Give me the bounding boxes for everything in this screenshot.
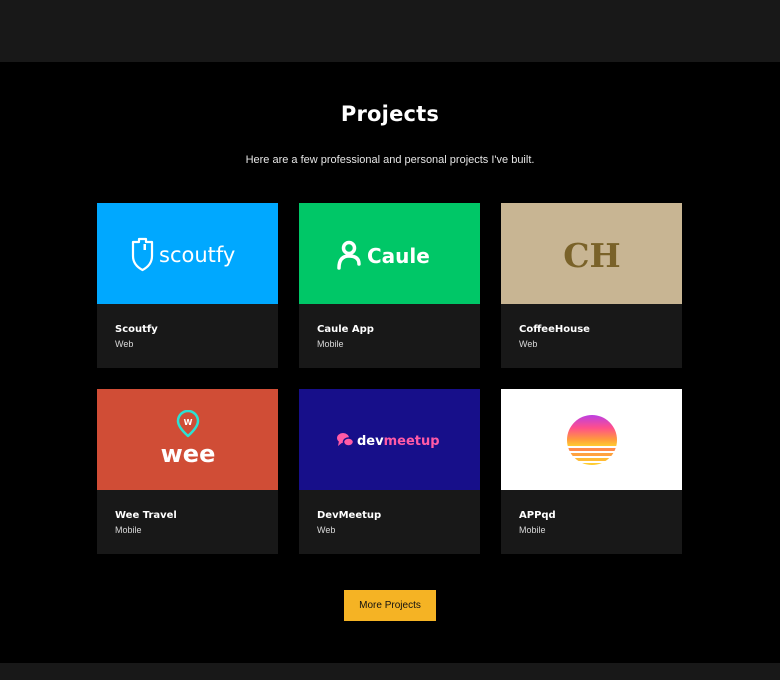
footer-bar — [0, 663, 780, 680]
project-name: DevMeetup — [317, 510, 382, 521]
project-card-caule-app[interactable]: Caule Caule App Mobile — [299, 203, 480, 368]
project-thumbnail: CH — [501, 203, 682, 304]
devmeetup-logo: devmeetup — [336, 432, 440, 449]
project-card-coffeehouse[interactable]: CH CoffeeHouse Web — [501, 203, 682, 368]
svg-text:wee: wee — [160, 440, 215, 468]
more-projects-button[interactable]: More Projects — [344, 590, 436, 621]
project-name: Wee Travel — [115, 510, 177, 521]
svg-text:Caule: Caule — [367, 244, 430, 268]
project-card-scoutfy[interactable]: scoutfy Scoutfy Web — [97, 203, 278, 368]
project-type: Mobile — [115, 525, 142, 535]
project-type: Mobile — [519, 525, 546, 535]
wee-logo: W wee — [160, 409, 215, 468]
project-name: Caule App — [317, 324, 374, 335]
project-card-wee-travel[interactable]: W wee Wee Travel Mobile — [97, 389, 278, 554]
project-type: Mobile — [317, 339, 344, 349]
project-thumbnail: Caule — [299, 203, 480, 304]
top-header-bar — [0, 0, 780, 62]
project-thumbnail: scoutfy — [97, 203, 278, 304]
project-name: Scoutfy — [115, 324, 158, 335]
chat-bubbles-icon — [336, 432, 354, 447]
project-card-appqd[interactable]: APPqd Mobile — [501, 389, 682, 554]
scoutfy-logo: scoutfy — [131, 237, 235, 271]
person-icon — [336, 240, 361, 270]
project-name: CoffeeHouse — [519, 324, 590, 335]
sunset-icon — [566, 414, 617, 465]
map-pin-icon: W — [176, 409, 199, 437]
section-subtitle: Here are a few professional and personal… — [245, 154, 535, 166]
project-thumbnail: devmeetup — [299, 389, 480, 490]
shield-icon — [131, 237, 153, 271]
project-thumbnail: W wee — [97, 389, 278, 490]
svg-text:devmeetup: devmeetup — [357, 434, 440, 449]
caule-logo: Caule — [336, 240, 430, 270]
project-type: Web — [519, 339, 538, 349]
project-card-devmeetup[interactable]: devmeetup DevMeetup Web — [299, 389, 480, 554]
project-type: Web — [115, 339, 134, 349]
svg-text:W: W — [183, 418, 192, 427]
svg-text:scoutfy: scoutfy — [159, 243, 235, 267]
project-thumbnail — [501, 389, 682, 490]
project-type: Web — [317, 525, 336, 535]
svg-text:CH: CH — [563, 236, 620, 274]
project-name: APPqd — [519, 510, 556, 521]
section-title: Projects — [340, 102, 440, 126]
ch-monogram: CH — [563, 236, 620, 274]
